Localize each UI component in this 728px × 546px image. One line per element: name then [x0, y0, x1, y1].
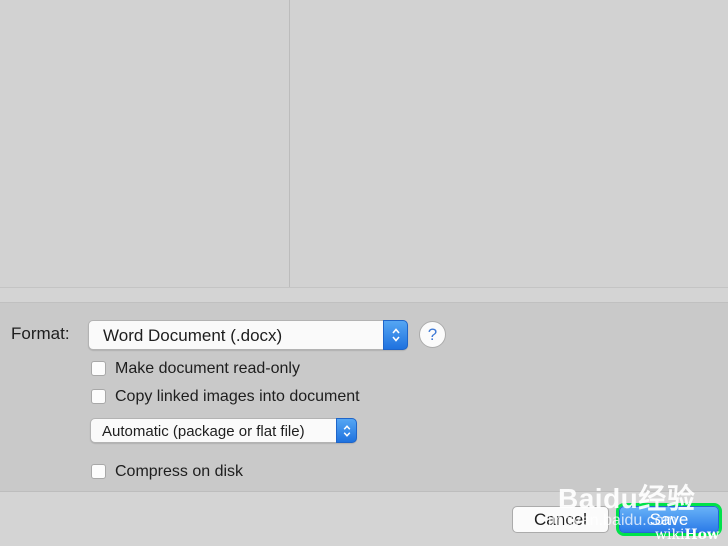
- file-browser-right-pane[interactable]: [290, 0, 728, 287]
- copy-images-checkbox[interactable]: [91, 389, 106, 404]
- help-button[interactable]: ?: [419, 321, 446, 348]
- compress-label: Compress on disk: [115, 463, 244, 480]
- format-select[interactable]: Word Document (.docx): [88, 320, 408, 350]
- wikihow-prefix: wiki: [655, 527, 685, 543]
- format-select-value: Word Document (.docx): [103, 326, 283, 345]
- file-browser-left-pane[interactable]: [0, 0, 290, 287]
- copy-images-label: Copy linked images into document: [115, 388, 360, 405]
- baidu-watermark: Baidu经验: [558, 483, 696, 514]
- compress-checkbox[interactable]: [91, 464, 106, 479]
- pane-divider: [0, 287, 728, 288]
- updown-chevron-icon: [336, 418, 357, 443]
- image-mode-select-value: Automatic (package or flat file): [102, 423, 305, 440]
- updown-chevron-icon: [383, 320, 408, 350]
- image-mode-select[interactable]: Automatic (package or flat file): [90, 418, 357, 443]
- format-label: Format:: [11, 324, 70, 343]
- read-only-label: Make document read-only: [115, 360, 300, 377]
- wikihow-suffix: How: [684, 527, 720, 543]
- read-only-checkbox[interactable]: [91, 361, 106, 376]
- wikihow-watermark: wikiHow: [655, 527, 719, 543]
